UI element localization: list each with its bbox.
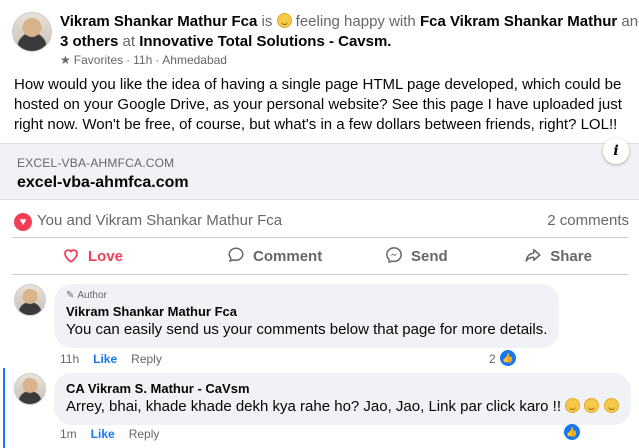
feeling-text: feeling happy with	[295, 13, 416, 30]
comment-reply-link[interactable]: Reply	[129, 427, 160, 441]
author-avatar[interactable]	[12, 12, 52, 52]
thread-connector	[3, 368, 5, 448]
comment-like-link[interactable]: Like	[91, 427, 115, 441]
smile-emoji-icon	[565, 398, 581, 413]
link-domain: EXCEL-VBA-AHMFCA.COM	[17, 156, 175, 170]
comment-item: CA Vikram S. Mathur - CaVsm Arrey, bhai,…	[14, 373, 631, 448]
smile-emoji-icon	[584, 398, 600, 413]
post-meta: ★ Favorites · 11h · Ahmedabad	[60, 53, 227, 67]
comment-time[interactable]: 11h	[60, 352, 79, 366]
comment-actions: 1m Like Reply	[60, 427, 159, 441]
author-badge-label: Author	[77, 290, 107, 301]
commenter-name[interactable]: CA Vikram S. Mathur - CaVsm	[66, 380, 619, 397]
action-bar: Love Comment Send Share	[12, 237, 629, 275]
comment-time[interactable]: 1m	[60, 427, 77, 441]
comment-label: Comment	[253, 247, 323, 265]
share-label: Share	[550, 247, 592, 265]
post-header: Vikram Shankar Mathur Fca is feeling hap…	[12, 12, 639, 67]
love-label: Love	[88, 247, 124, 265]
header-line-1: Vikram Shankar Mathur Fca is feeling hap…	[60, 12, 639, 32]
comment-reply-link[interactable]: Reply	[131, 352, 162, 366]
smile-emoji-icon	[603, 398, 619, 413]
header-line-2: 3 others at Innovative Total Solutions -…	[60, 32, 391, 52]
favorites-label[interactable]: Favorites	[74, 53, 123, 67]
love-button[interactable]: Love	[12, 238, 204, 274]
comment-actions: 11h Like Reply	[60, 352, 162, 366]
smile-emoji-icon	[276, 13, 292, 28]
post-text: How would you like the idea of having a …	[14, 76, 622, 133]
comment-text: You can easily send us your comments bel…	[66, 321, 548, 338]
location-label[interactable]: Ahmedabad	[162, 53, 227, 67]
reaction-names[interactable]: You and Vikram Shankar Mathur Fca	[37, 212, 282, 229]
commenter-avatar[interactable]	[14, 284, 46, 316]
send-label: Send	[411, 247, 448, 265]
comment-count[interactable]: 2 comments	[547, 212, 629, 229]
thumbs-up-icon[interactable]: 👍	[564, 424, 580, 440]
info-button[interactable]: i	[603, 138, 629, 164]
tagged-person[interactable]: Fca Vikram Shankar Mathur	[420, 13, 617, 30]
link-title[interactable]: excel-vba-ahmfca.com	[17, 174, 189, 192]
commenter-name[interactable]: Vikram Shankar Mathur Fca	[66, 303, 547, 320]
share-button[interactable]: Share	[487, 238, 629, 274]
comment-icon	[227, 246, 245, 267]
author-badge: ✎ Author	[66, 290, 547, 301]
comment-like-count: 2	[489, 352, 496, 366]
author-name[interactable]: Vikram Shankar Mathur Fca	[60, 13, 257, 30]
others-link[interactable]: 3 others	[60, 33, 118, 50]
commenter-avatar[interactable]	[14, 373, 46, 405]
pencil-icon: ✎	[66, 290, 75, 301]
comment-button[interactable]: Comment	[204, 238, 346, 274]
heart-icon	[62, 246, 80, 267]
place-link[interactable]: Innovative Total Solutions - Cavsm.	[139, 33, 391, 50]
is-text: is	[261, 13, 273, 30]
messenger-icon	[385, 246, 403, 267]
link-preview-card[interactable]: EXCEL-VBA-AHMFCA.COM excel-vba-ahmfca.co…	[0, 138, 639, 200]
send-button[interactable]: Send	[346, 238, 488, 274]
comment-like-link[interactable]: Like	[93, 352, 117, 366]
separator-dot: ·	[126, 53, 131, 67]
at-text: at	[122, 33, 136, 50]
thumbs-up-icon[interactable]: 👍	[500, 350, 516, 366]
comment-text: Arrey, bhai, khade khade dekh kya rahe h…	[66, 398, 561, 415]
comment-bubble: CA Vikram S. Mathur - CaVsm Arrey, bhai,…	[54, 373, 631, 425]
share-icon	[524, 246, 542, 267]
comment-item: ✎ Author Vikram Shankar Mathur Fca You c…	[14, 284, 629, 368]
star-icon: ★	[60, 53, 71, 67]
reactions-summary: ♥ You and Vikram Shankar Mathur Fca 2 co…	[14, 210, 629, 232]
and-text: and	[621, 13, 639, 30]
heart-icon[interactable]: ♥	[14, 213, 32, 231]
post-time[interactable]: 11h	[133, 53, 152, 67]
comment-bubble: ✎ Author Vikram Shankar Mathur Fca You c…	[54, 284, 560, 348]
comment-text-row: Arrey, bhai, khade khade dekh kya rahe h…	[66, 397, 619, 417]
separator-dot: ·	[155, 53, 160, 67]
